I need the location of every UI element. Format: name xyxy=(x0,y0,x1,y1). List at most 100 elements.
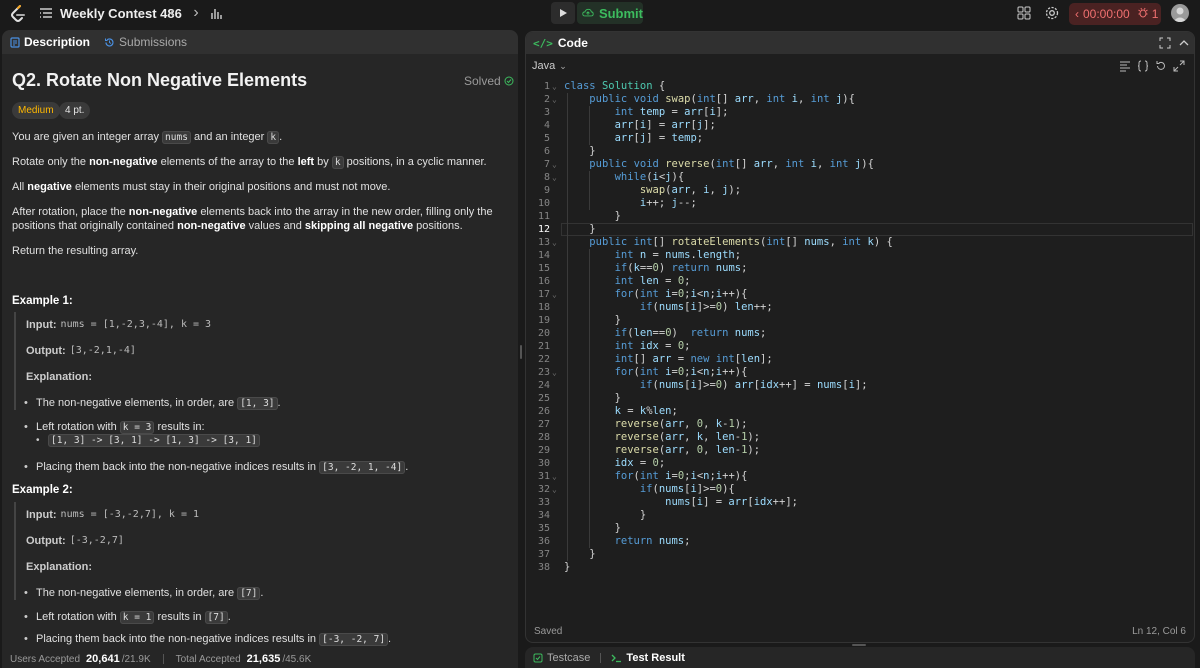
inline-code: k xyxy=(331,156,344,169)
layout-grid-icon[interactable] xyxy=(1017,6,1031,20)
list-item: Left rotation with k = 3 results in: xyxy=(24,420,504,434)
code-line: 4 arr[i] = arr[j]; xyxy=(543,119,716,131)
code-line: 13 ⌄ public int[] rotateElements(int[] nu… xyxy=(537,236,893,249)
solved-status: Solved xyxy=(464,74,514,88)
tab-submissions[interactable]: Submissions xyxy=(104,35,187,49)
code-line: 30 idx = 0; xyxy=(537,457,666,469)
language-select[interactable]: Java ⌄ xyxy=(526,56,1194,76)
next-problem-button[interactable]: › xyxy=(188,4,204,22)
list-item: Placing them back into the non-negative … xyxy=(24,632,504,646)
submit-button[interactable]: Submit xyxy=(577,2,643,24)
paragraph-return: Return the resulting array. xyxy=(12,245,139,257)
code-line: 26 k = k%len; xyxy=(537,405,678,417)
expand-icon[interactable] xyxy=(1173,60,1185,72)
problem-list-icon[interactable] xyxy=(38,6,54,22)
editor-resize-handle[interactable] xyxy=(852,644,866,646)
text: left xyxy=(297,156,315,168)
tab-test-result[interactable]: Test Result xyxy=(611,652,685,664)
code-line: 22 int[] arr = new int[len]; xyxy=(537,353,773,365)
code-line: 37 } xyxy=(537,548,596,560)
code-line: 7 ⌄ public void reverse(int[] arr, int i,… xyxy=(543,158,874,171)
maximize-icon[interactable] xyxy=(1159,37,1171,49)
text: elements of the array to the xyxy=(160,156,295,168)
user-avatar[interactable] xyxy=(1171,4,1189,22)
collapse-icon[interactable] xyxy=(1178,37,1190,49)
text: non-negative xyxy=(177,220,246,232)
code-line: 10 i++; j--; xyxy=(537,197,697,209)
text: . xyxy=(260,587,264,599)
output-value: [-3,-2,7] xyxy=(69,535,124,546)
code-line: 16 int len = 0; xyxy=(537,275,691,287)
users-accepted-label: Users Accepted xyxy=(10,653,81,665)
text: Left rotation with xyxy=(36,611,117,623)
braces-icon[interactable] xyxy=(1137,60,1149,72)
code-editor[interactable]: 1 ⌄ class Solution { 2 ⌄ public void swap(i… xyxy=(526,80,1194,580)
fold-icon[interactable]: ⌄ xyxy=(552,288,560,301)
text: Placing them back into the non-negative … xyxy=(36,633,317,645)
text: values and xyxy=(248,220,302,232)
document-icon xyxy=(10,36,20,48)
text: negative xyxy=(27,181,72,193)
text: The non-negative elements, in order, are xyxy=(36,397,235,409)
code-line: 25 } xyxy=(537,392,621,404)
checkbox-icon xyxy=(533,653,543,663)
history-icon xyxy=(105,37,114,47)
format-icon[interactable] xyxy=(1119,60,1131,72)
text: non-negative xyxy=(128,206,198,218)
reset-icon[interactable] xyxy=(1155,60,1167,72)
inline-code: [7] xyxy=(204,611,228,624)
inline-code: k xyxy=(267,131,280,144)
code-line: 2 ⌄ public void swap(int[] arr, int i, in… xyxy=(543,93,855,106)
description-tabs: Description Submissions xyxy=(2,30,518,54)
text: results in: xyxy=(157,421,205,433)
fold-icon[interactable]: ⌄ xyxy=(552,80,560,93)
panel-resize-handle[interactable] xyxy=(520,345,522,359)
previous-problem-button[interactable]: ‹ xyxy=(164,4,180,22)
total-accepted-value: 21,635 xyxy=(246,653,281,665)
tab-testcase[interactable]: Testcase xyxy=(533,652,590,664)
example-2-input: Input: nums = [-3,-2,7], k = 1 xyxy=(26,502,494,528)
code-title: Code xyxy=(557,36,588,50)
leetcode-logo-icon[interactable] xyxy=(8,4,28,24)
code-line: 31 ⌄ for(int i=0;i<n;i++){ xyxy=(537,470,748,483)
total-submissions-value: /45.6K xyxy=(282,653,312,665)
code-line: 12 } xyxy=(537,223,596,235)
fold-icon[interactable]: ⌄ xyxy=(552,483,560,496)
text: Placing them back into the non-negative … xyxy=(36,461,317,473)
code-line: 21 int idx = 0; xyxy=(537,340,691,352)
text: Left rotation with xyxy=(36,421,117,433)
users-accepted-value: 20,641 xyxy=(86,653,120,665)
fold-icon[interactable]: ⌄ xyxy=(552,236,560,249)
example-2-bullets: The non-negative elements, in order, are… xyxy=(24,586,504,646)
gear-icon[interactable] xyxy=(1044,5,1060,21)
code-line: 3 int temp = arr[i]; xyxy=(543,106,729,118)
fold-icon[interactable]: ⌄ xyxy=(552,171,560,184)
text: . xyxy=(279,131,283,143)
fold-icon[interactable]: ⌄ xyxy=(552,158,560,171)
tab-submissions-label: Submissions xyxy=(119,35,188,49)
fold-icon[interactable]: ⌄ xyxy=(552,93,560,106)
save-status: Saved xyxy=(534,626,563,637)
chevron-down-icon: ⌄ xyxy=(559,60,567,71)
code-line: 23 ⌄ for(int i=0;i<n;i++){ xyxy=(537,366,748,379)
text: All xyxy=(12,181,25,193)
inline-code: k = 3 xyxy=(119,421,155,434)
text: elements must stay in their original pos… xyxy=(75,181,391,193)
text: non-negative xyxy=(89,156,158,168)
text: . xyxy=(388,633,392,645)
contest-timer[interactable]: ‹ 00:00:00 1 xyxy=(1069,3,1161,25)
input-label: Input: xyxy=(26,509,57,521)
code-header: </> Code xyxy=(526,32,1194,54)
run-button[interactable] xyxy=(551,2,575,24)
inline-code: [1, 3] xyxy=(237,397,278,410)
bar-chart-icon[interactable] xyxy=(210,6,224,20)
tab-description[interactable]: Description xyxy=(10,35,90,49)
fold-icon[interactable]: ⌄ xyxy=(552,470,560,483)
inline-code: k = 1 xyxy=(119,611,155,624)
code-line: 24 if(nums[i]>=0) arr[idx++] = nums[i]; xyxy=(537,379,868,391)
text: After rotation, place the xyxy=(12,206,126,218)
fold-icon[interactable]: ⌄ xyxy=(552,366,560,379)
explanation-label: Explanation: xyxy=(26,561,93,573)
divider xyxy=(600,653,602,663)
list-item: [1, 3] -> [3, 1] -> [1, 3] -> [3, 1] xyxy=(36,434,504,460)
